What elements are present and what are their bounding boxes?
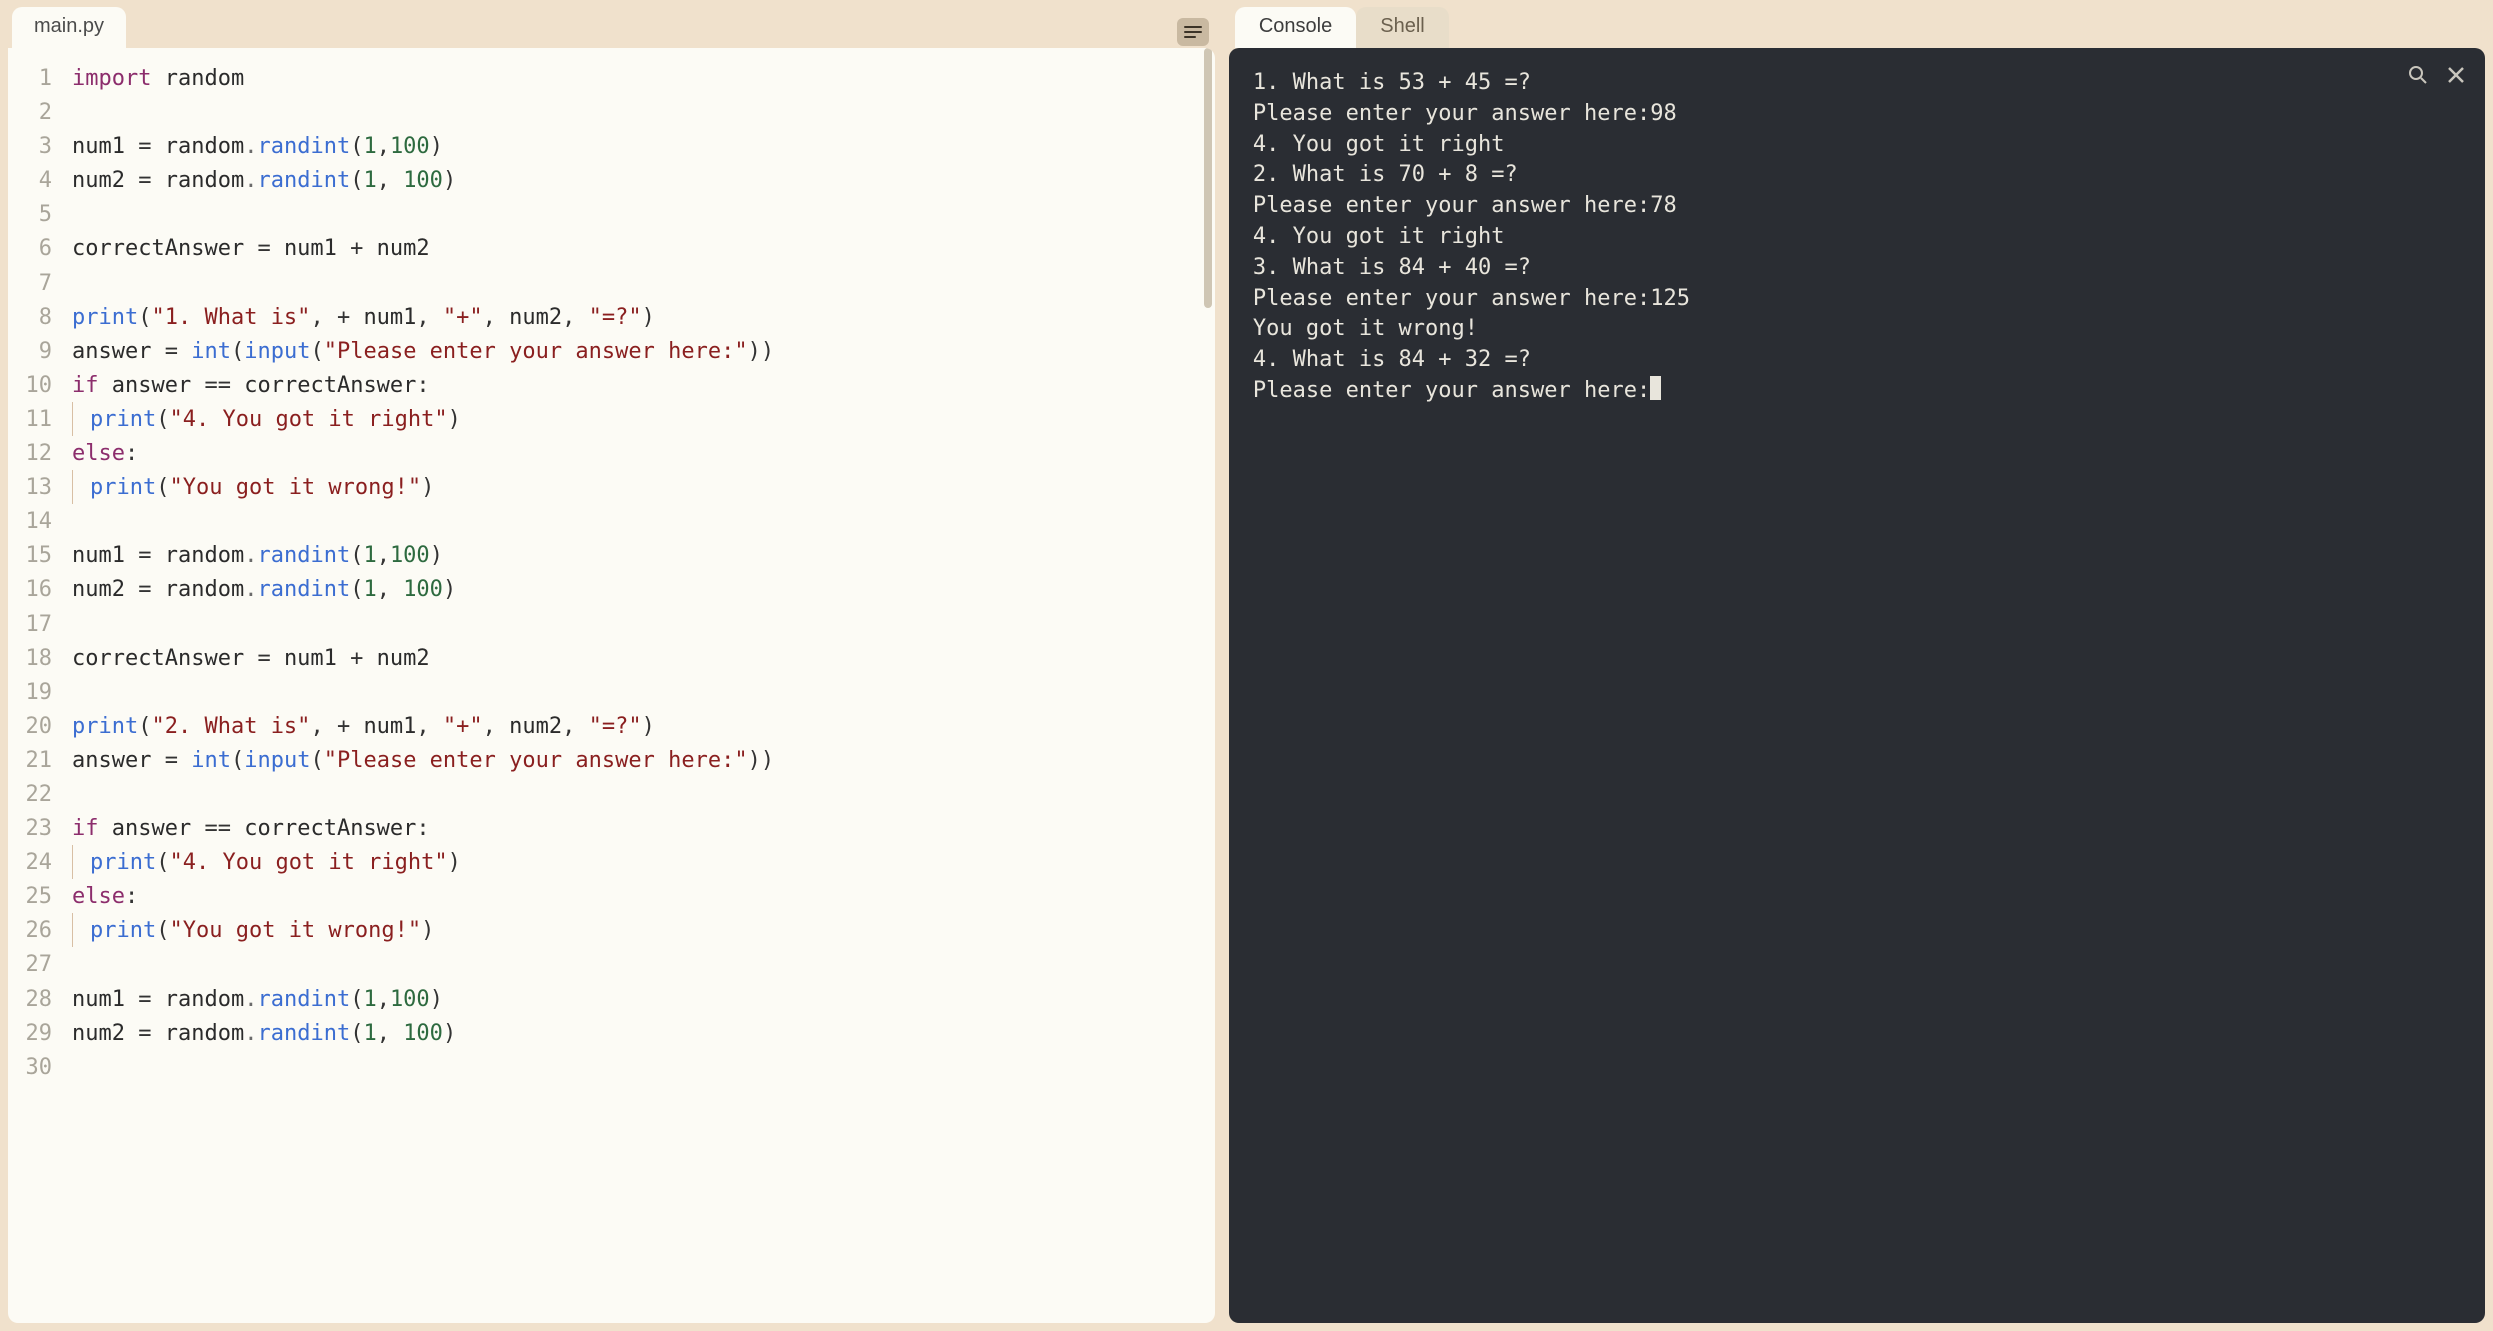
line-number: 13 xyxy=(8,471,52,505)
line-number: 22 xyxy=(8,778,52,812)
console-line: 1. What is 53 + 45 =? xyxy=(1253,68,2461,99)
code-line[interactable]: import random xyxy=(72,62,1215,96)
code-line[interactable]: ​ xyxy=(72,505,1215,539)
line-number: 3 xyxy=(8,130,52,164)
line-number: 10 xyxy=(8,369,52,403)
code-line[interactable]: print("2. What is", + num1, "+", num2, "… xyxy=(72,710,1215,744)
right-tabbar: Console Shell xyxy=(1235,8,2485,48)
clear-console-button[interactable] xyxy=(2445,64,2467,86)
wrap-text-icon xyxy=(1184,25,1202,39)
line-number: 2 xyxy=(8,96,52,130)
code-line[interactable]: else: xyxy=(72,880,1215,914)
editor-tabbar: main.py xyxy=(8,8,1215,48)
line-number: 25 xyxy=(8,880,52,914)
line-number: 30 xyxy=(8,1051,52,1085)
code-line[interactable]: num1 = random.randint(1,100) xyxy=(72,539,1215,573)
console-line: Please enter your answer here: xyxy=(1253,376,2461,407)
close-icon xyxy=(2447,66,2465,84)
line-number: 23 xyxy=(8,812,52,846)
output-pane: Console Shell 1. What is 53 + 45 xyxy=(1229,8,2485,1323)
console-line: 4. You got it right xyxy=(1253,130,2461,161)
line-number: 14 xyxy=(8,505,52,539)
search-icon xyxy=(2408,65,2428,85)
console-line: Please enter your answer here:125 xyxy=(1253,284,2461,315)
line-number: 7 xyxy=(8,267,52,301)
line-number: 16 xyxy=(8,573,52,607)
code-line[interactable]: answer = int(input("Please enter your an… xyxy=(72,335,1215,369)
console-line: 3. What is 84 + 40 =? xyxy=(1253,253,2461,284)
code-line[interactable]: num2 = random.randint(1, 100) xyxy=(72,1017,1215,1051)
code-line[interactable]: if answer == correctAnswer: xyxy=(72,812,1215,846)
line-number: 28 xyxy=(8,983,52,1017)
tab-shell[interactable]: Shell xyxy=(1356,7,1448,48)
code-line[interactable]: num1 = random.randint(1,100) xyxy=(72,130,1215,164)
code-line[interactable]: else: xyxy=(72,437,1215,471)
code-line[interactable]: ​ xyxy=(72,198,1215,232)
console[interactable]: 1. What is 53 + 45 =?Please enter your a… xyxy=(1229,48,2485,1323)
line-number-gutter: 1234567891011121314151617181920212223242… xyxy=(8,48,60,1323)
line-number: 1 xyxy=(8,62,52,96)
line-number: 9 xyxy=(8,335,52,369)
console-line: Please enter your answer here:98 xyxy=(1253,99,2461,130)
code-line[interactable]: ​ xyxy=(72,267,1215,301)
code-line[interactable]: print("4. You got it right") xyxy=(72,403,1215,437)
search-console-button[interactable] xyxy=(2407,64,2429,86)
line-number: 29 xyxy=(8,1017,52,1051)
code-line[interactable]: print("4. You got it right") xyxy=(72,846,1215,880)
code-line[interactable]: print("You got it wrong!") xyxy=(72,471,1215,505)
code-line[interactable]: ​ xyxy=(72,676,1215,710)
code-line[interactable]: answer = int(input("Please enter your an… xyxy=(72,744,1215,778)
line-number: 12 xyxy=(8,437,52,471)
code-line[interactable]: correctAnswer = num1 + num2 xyxy=(72,642,1215,676)
console-line: 2. What is 70 + 8 =? xyxy=(1253,160,2461,191)
code-line[interactable]: num2 = random.randint(1, 100) xyxy=(72,164,1215,198)
editor-scrollbar-thumb[interactable] xyxy=(1204,48,1212,308)
line-number: 24 xyxy=(8,846,52,880)
console-cursor xyxy=(1650,376,1661,400)
code-line[interactable]: num2 = random.randint(1, 100) xyxy=(72,573,1215,607)
line-number: 19 xyxy=(8,676,52,710)
console-line: You got it wrong! xyxy=(1253,314,2461,345)
tab-console[interactable]: Console xyxy=(1235,7,1356,48)
code-line[interactable]: ​ xyxy=(72,96,1215,130)
code-editor[interactable]: 1234567891011121314151617181920212223242… xyxy=(8,48,1215,1323)
line-number: 21 xyxy=(8,744,52,778)
line-number: 15 xyxy=(8,539,52,573)
code-line[interactable]: correctAnswer = num1 + num2 xyxy=(72,232,1215,266)
code-line[interactable]: ​ xyxy=(72,608,1215,642)
line-number: 18 xyxy=(8,642,52,676)
line-number: 27 xyxy=(8,948,52,982)
console-output: 1. What is 53 + 45 =?Please enter your a… xyxy=(1253,68,2461,407)
console-line: Please enter your answer here:78 xyxy=(1253,191,2461,222)
code-line[interactable]: ​ xyxy=(72,1051,1215,1085)
code-line[interactable]: print("1. What is", + num1, "+", num2, "… xyxy=(72,301,1215,335)
line-number: 4 xyxy=(8,164,52,198)
line-number: 17 xyxy=(8,608,52,642)
line-number: 26 xyxy=(8,914,52,948)
line-number: 5 xyxy=(8,198,52,232)
console-line: 4. You got it right xyxy=(1253,222,2461,253)
code-content[interactable]: import random​num1 = random.randint(1,10… xyxy=(60,48,1215,1323)
code-line[interactable]: if answer == correctAnswer: xyxy=(72,369,1215,403)
code-line[interactable]: num1 = random.randint(1,100) xyxy=(72,983,1215,1017)
editor-pane: main.py 12345678910111213141516171819202… xyxy=(8,8,1215,1323)
code-line[interactable]: ​ xyxy=(72,778,1215,812)
code-line[interactable]: ​ xyxy=(72,948,1215,982)
editor-tab-mainpy[interactable]: main.py xyxy=(12,7,126,48)
console-line: 4. What is 84 + 32 =? xyxy=(1253,345,2461,376)
line-number: 20 xyxy=(8,710,52,744)
wrap-text-button[interactable] xyxy=(1177,18,1209,46)
line-number: 11 xyxy=(8,403,52,437)
code-line[interactable]: print("You got it wrong!") xyxy=(72,914,1215,948)
line-number: 6 xyxy=(8,232,52,266)
line-number: 8 xyxy=(8,301,52,335)
console-toolbar xyxy=(2407,64,2467,86)
